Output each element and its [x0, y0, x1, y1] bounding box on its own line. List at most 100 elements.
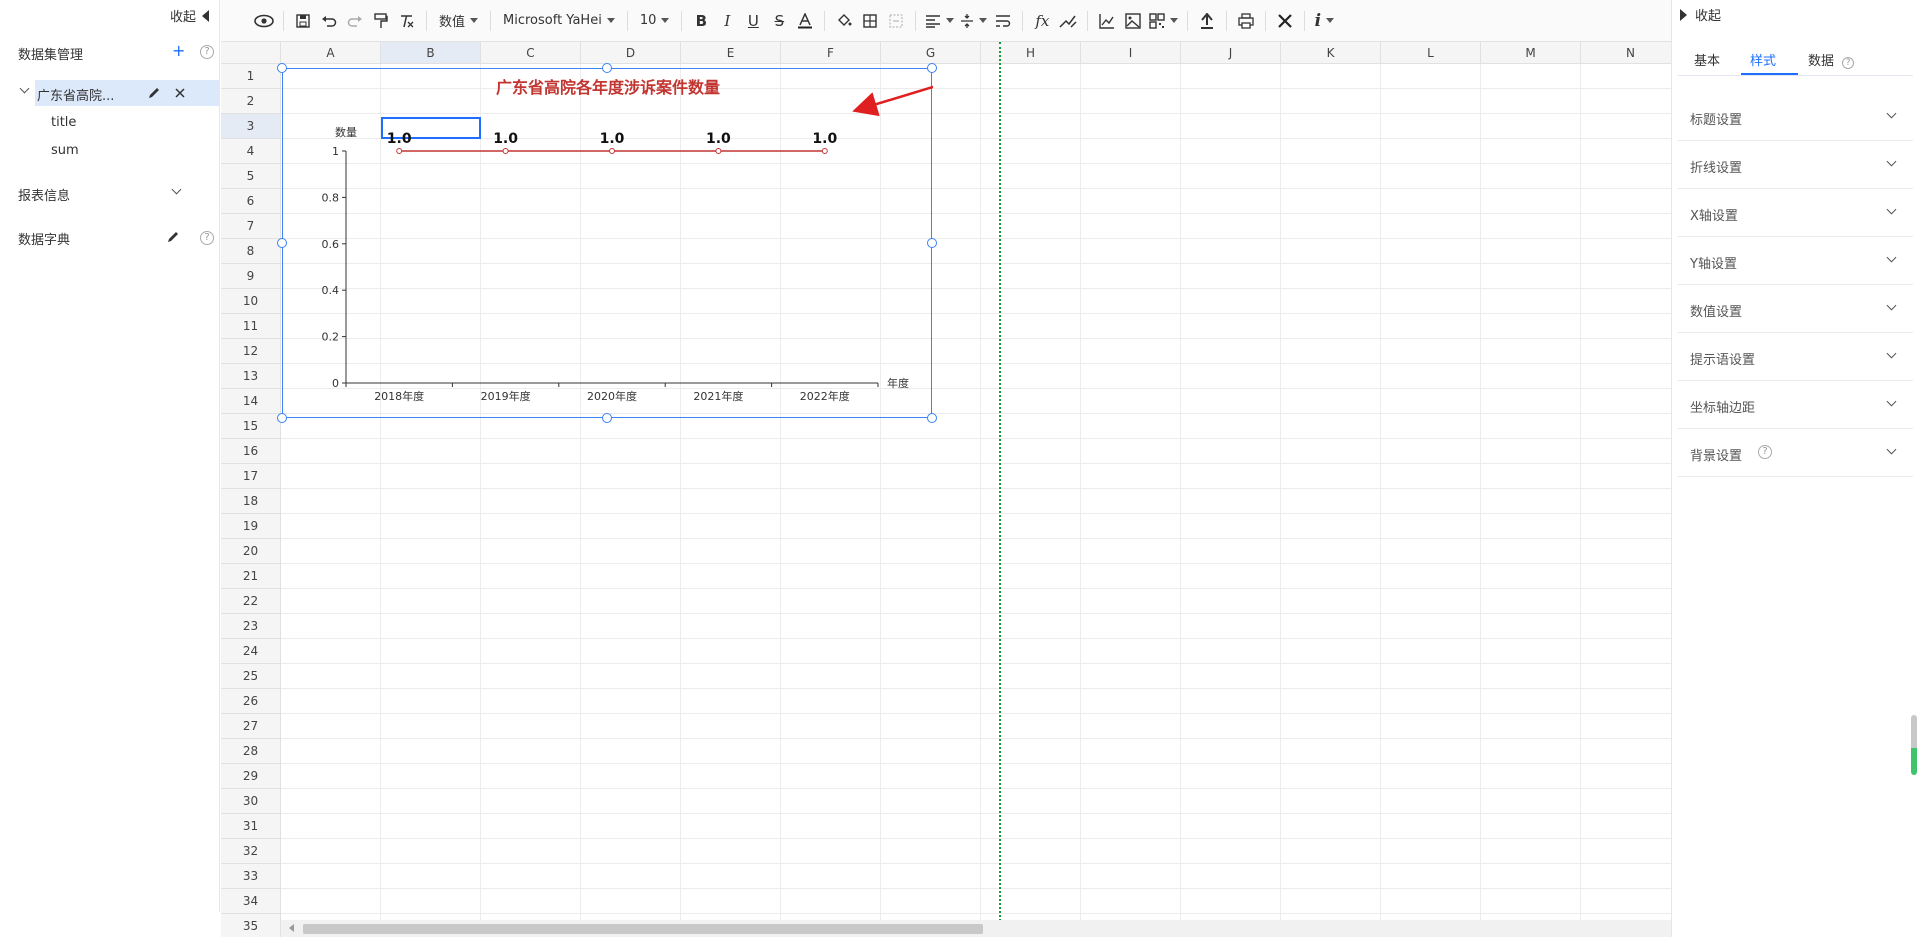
row-header[interactable]: 31 [221, 814, 281, 839]
row-header[interactable]: 27 [221, 714, 281, 739]
left-collapse-button[interactable]: 收起 [170, 6, 209, 25]
resize-handle-left[interactable] [277, 238, 287, 248]
spreadsheet-grid[interactable]: ABCDEFGHIJKLMN 1 2 3 4 5 6 7 8 9 10 11 12 13 14 15 16 17… [221, 42, 1671, 937]
column-header[interactable]: E [681, 42, 781, 64]
horizontal-align-icon[interactable] [922, 8, 957, 34]
row-header[interactable]: 33 [221, 864, 281, 889]
column-header[interactable]: J [1181, 42, 1281, 64]
row-header[interactable]: 13 [221, 364, 281, 389]
format-painter-icon[interactable] [368, 8, 394, 34]
row-header[interactable]: 8 [221, 239, 281, 264]
column-header[interactable]: M [1481, 42, 1581, 64]
column-header[interactable]: F [781, 42, 881, 64]
field-title[interactable]: title [51, 115, 76, 130]
expand-chevron-icon[interactable] [1886, 300, 1897, 311]
setting-section[interactable]: 背景设置? [1678, 429, 1913, 477]
row-header[interactable]: 9 [221, 264, 281, 289]
resize-handle-top[interactable] [602, 63, 612, 73]
field-sum[interactable]: sum [51, 143, 79, 158]
resize-handle-top-right[interactable] [927, 63, 937, 73]
row-header[interactable]: 22 [221, 589, 281, 614]
row-header[interactable]: 1 [221, 64, 281, 89]
tab-style[interactable]: 样式 [1750, 50, 1776, 69]
setting-section[interactable]: 坐标轴边距 [1678, 381, 1913, 429]
tab-basic[interactable]: 基本 [1694, 50, 1720, 69]
underline-icon[interactable]: U [740, 8, 766, 34]
resize-handle-bottom-right[interactable] [927, 413, 937, 423]
row-header[interactable]: 7 [221, 214, 281, 239]
info-icon[interactable]: i [1311, 8, 1337, 34]
row-header[interactable]: 21 [221, 564, 281, 589]
dataset-item[interactable]: 广东省高院... [35, 80, 220, 106]
preview-eye-icon[interactable] [251, 8, 277, 34]
row-header[interactable]: 23 [221, 614, 281, 639]
italic-icon[interactable]: I [714, 8, 740, 34]
vertical-align-icon[interactable] [957, 8, 990, 34]
upload-icon[interactable] [1194, 8, 1220, 34]
setting-section[interactable]: X轴设置 [1678, 189, 1913, 237]
dataset-help-icon[interactable]: ? [200, 45, 214, 59]
resize-handle-bottom-left[interactable] [277, 413, 287, 423]
column-header[interactable]: C [481, 42, 581, 64]
edit-dataset-icon[interactable] [147, 86, 161, 100]
row-header[interactable]: 24 [221, 639, 281, 664]
add-dataset-icon[interactable]: + [172, 41, 185, 60]
column-header[interactable]: D [581, 42, 681, 64]
expand-chevron-icon[interactable] [1886, 348, 1897, 359]
expand-chevron-icon[interactable] [1886, 156, 1897, 167]
report-info-section[interactable]: 报表信息 [18, 185, 70, 204]
data-tab-help-icon[interactable]: ? [1842, 57, 1855, 69]
column-header[interactable]: H [981, 42, 1081, 64]
right-collapse-button[interactable]: 收起 [1680, 5, 1721, 24]
row-header[interactable]: 12 [221, 339, 281, 364]
fill-color-icon[interactable] [831, 8, 857, 34]
expand-chevron-icon[interactable] [1886, 444, 1897, 455]
setting-section[interactable]: 标题设置 [1678, 93, 1913, 141]
column-header[interactable]: L [1381, 42, 1481, 64]
qrcode-icon[interactable] [1146, 8, 1181, 34]
text-wrap-icon[interactable] [990, 8, 1016, 34]
background-help-icon[interactable]: ? [1758, 445, 1772, 459]
report-info-chevron-icon[interactable] [171, 184, 182, 195]
number-format-select[interactable]: 数值 [433, 8, 484, 34]
row-header[interactable]: 14 [221, 389, 281, 414]
scrollbar-thumb[interactable] [303, 924, 983, 934]
row-header[interactable]: 11 [221, 314, 281, 339]
expand-chevron-icon[interactable] [1886, 204, 1897, 215]
row-header[interactable]: 26 [221, 689, 281, 714]
row-header[interactable]: 34 [221, 889, 281, 914]
function-fx-icon[interactable]: fx [1029, 8, 1055, 34]
column-header[interactable]: G [881, 42, 981, 64]
print-icon[interactable] [1233, 8, 1259, 34]
scroll-left-arrow-icon[interactable] [289, 924, 294, 932]
setting-section[interactable]: 数值设置 [1678, 285, 1913, 333]
row-header[interactable]: 30 [221, 789, 281, 814]
insert-chart-icon[interactable] [1094, 8, 1120, 34]
strikethrough-icon[interactable]: S [766, 8, 792, 34]
column-header[interactable]: N [1581, 42, 1671, 64]
corner-header[interactable] [221, 42, 281, 64]
row-header[interactable]: 10 [221, 289, 281, 314]
row-header[interactable]: 25 [221, 664, 281, 689]
row-header[interactable]: 28 [221, 739, 281, 764]
row-header[interactable]: 15 [221, 414, 281, 439]
horizontal-scrollbar[interactable] [281, 920, 1671, 937]
insert-image-icon[interactable] [1120, 8, 1146, 34]
dataset-expand-chevron-icon[interactable] [19, 83, 30, 94]
dictionary-help-icon[interactable]: ? [200, 231, 214, 245]
clear-format-icon[interactable] [394, 8, 420, 34]
column-header[interactable]: I [1081, 42, 1181, 64]
edit-dictionary-icon[interactable] [166, 230, 180, 244]
row-header[interactable]: 18 [221, 489, 281, 514]
right-panel-scrollbar[interactable] [1911, 715, 1917, 775]
setting-section[interactable]: Y轴设置 [1678, 237, 1913, 285]
border-icon[interactable] [857, 8, 883, 34]
save-icon[interactable] [290, 8, 316, 34]
row-header[interactable]: 17 [221, 464, 281, 489]
row-header[interactable]: 20 [221, 539, 281, 564]
expand-chevron-icon[interactable] [1886, 396, 1897, 407]
row-header[interactable]: 3 [221, 114, 281, 139]
row-header[interactable]: 29 [221, 764, 281, 789]
delete-dataset-icon[interactable] [174, 87, 186, 99]
expand-chevron-icon[interactable] [1886, 108, 1897, 119]
